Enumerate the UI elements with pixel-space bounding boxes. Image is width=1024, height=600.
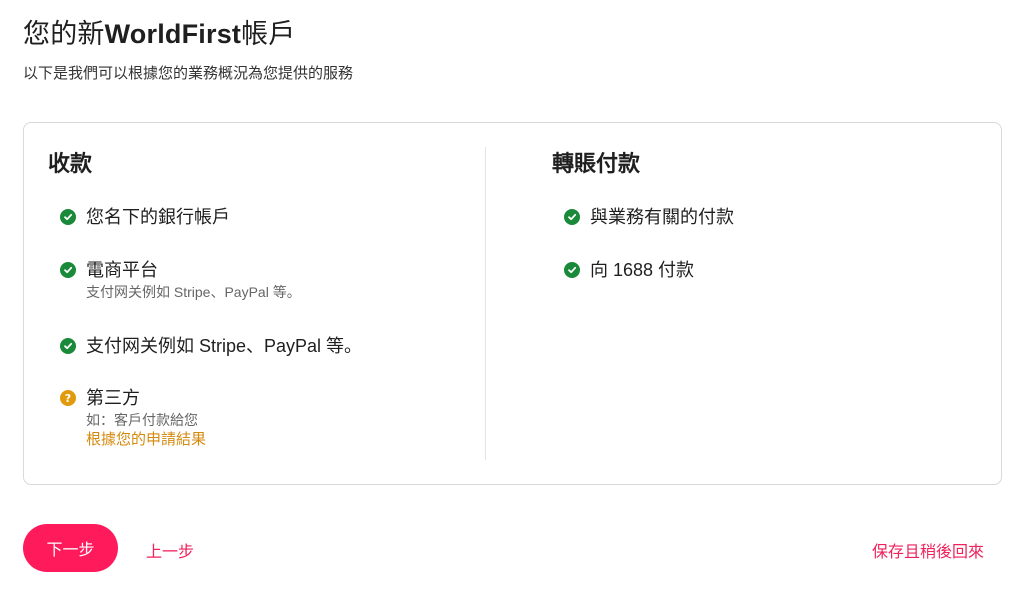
services-card: 收款 您名下的銀行帳戶 電商平台 支付网关例如 Stripe、PayPal 等。 bbox=[23, 122, 1002, 485]
account-services-page: 您的新WorldFirst帳戶 以下是我們可以根據您的業務概況為您提供的服務 收… bbox=[0, 0, 1024, 600]
check-circle-icon bbox=[60, 262, 76, 278]
receive-item-ecommerce: 電商平台 支付网关例如 Stripe、PayPal 等。 bbox=[60, 258, 301, 302]
receive-item-description: 支付网关例如 Stripe、PayPal 等。 bbox=[86, 284, 301, 300]
page-title-prefix: 您的新 bbox=[23, 19, 105, 49]
pay-item-label: 與業務有關的付款 bbox=[590, 207, 734, 227]
receive-item-bank-account: 您名下的銀行帳戶 bbox=[60, 205, 230, 229]
page-title-brand: WorldFirst bbox=[104, 19, 242, 49]
check-circle-icon bbox=[564, 209, 580, 225]
receive-item-payment-gateway: 支付网关例如 Stripe、PayPal 等。 bbox=[60, 334, 362, 358]
previous-link[interactable]: 上一步 bbox=[146, 538, 194, 562]
column-divider bbox=[485, 147, 486, 460]
receive-item-label: 您名下的銀行帳戶 bbox=[86, 207, 230, 227]
receive-item-label: 支付网关例如 Stripe、PayPal 等。 bbox=[86, 336, 363, 356]
pay-heading: 轉賬付款 bbox=[552, 151, 641, 176]
pay-item-1688: 向 1688 付款 bbox=[564, 258, 694, 282]
pay-column: 轉賬付款 與業務有關的付款 向 1688 付款 bbox=[552, 149, 972, 280]
application-result-note: 根據您的申請結果 bbox=[86, 431, 207, 448]
next-button[interactable]: 下一步 bbox=[23, 524, 118, 572]
page-subtitle: 以下是我們可以根據您的業務概況為您提供的服務 bbox=[23, 65, 354, 82]
pay-item-label: 向 1688 付款 bbox=[590, 260, 695, 280]
receive-item-label: 第三方 bbox=[86, 388, 140, 408]
save-and-return-later-link[interactable]: 保存且稍後回來 bbox=[872, 538, 984, 562]
page-title: 您的新WorldFirst帳戶 bbox=[23, 12, 296, 51]
check-circle-icon bbox=[60, 338, 76, 354]
receive-item-third-party: ? 第三方 如：客戶付款給您 根據您的申請結果 bbox=[60, 386, 206, 450]
pay-item-business-payments: 與業務有關的付款 bbox=[564, 205, 734, 229]
check-circle-icon bbox=[564, 262, 580, 278]
receive-column: 收款 您名下的銀行帳戶 電商平台 支付网关例如 Stripe、PayPal 等。 bbox=[48, 149, 468, 448]
receive-item-description: 如：客戶付款給您 bbox=[86, 412, 198, 428]
check-circle-icon bbox=[60, 209, 76, 225]
receive-heading: 收款 bbox=[48, 151, 93, 176]
receive-item-label: 電商平台 bbox=[86, 260, 158, 280]
question-circle-icon: ? bbox=[60, 390, 76, 406]
page-title-suffix: 帳戶 bbox=[241, 19, 296, 49]
